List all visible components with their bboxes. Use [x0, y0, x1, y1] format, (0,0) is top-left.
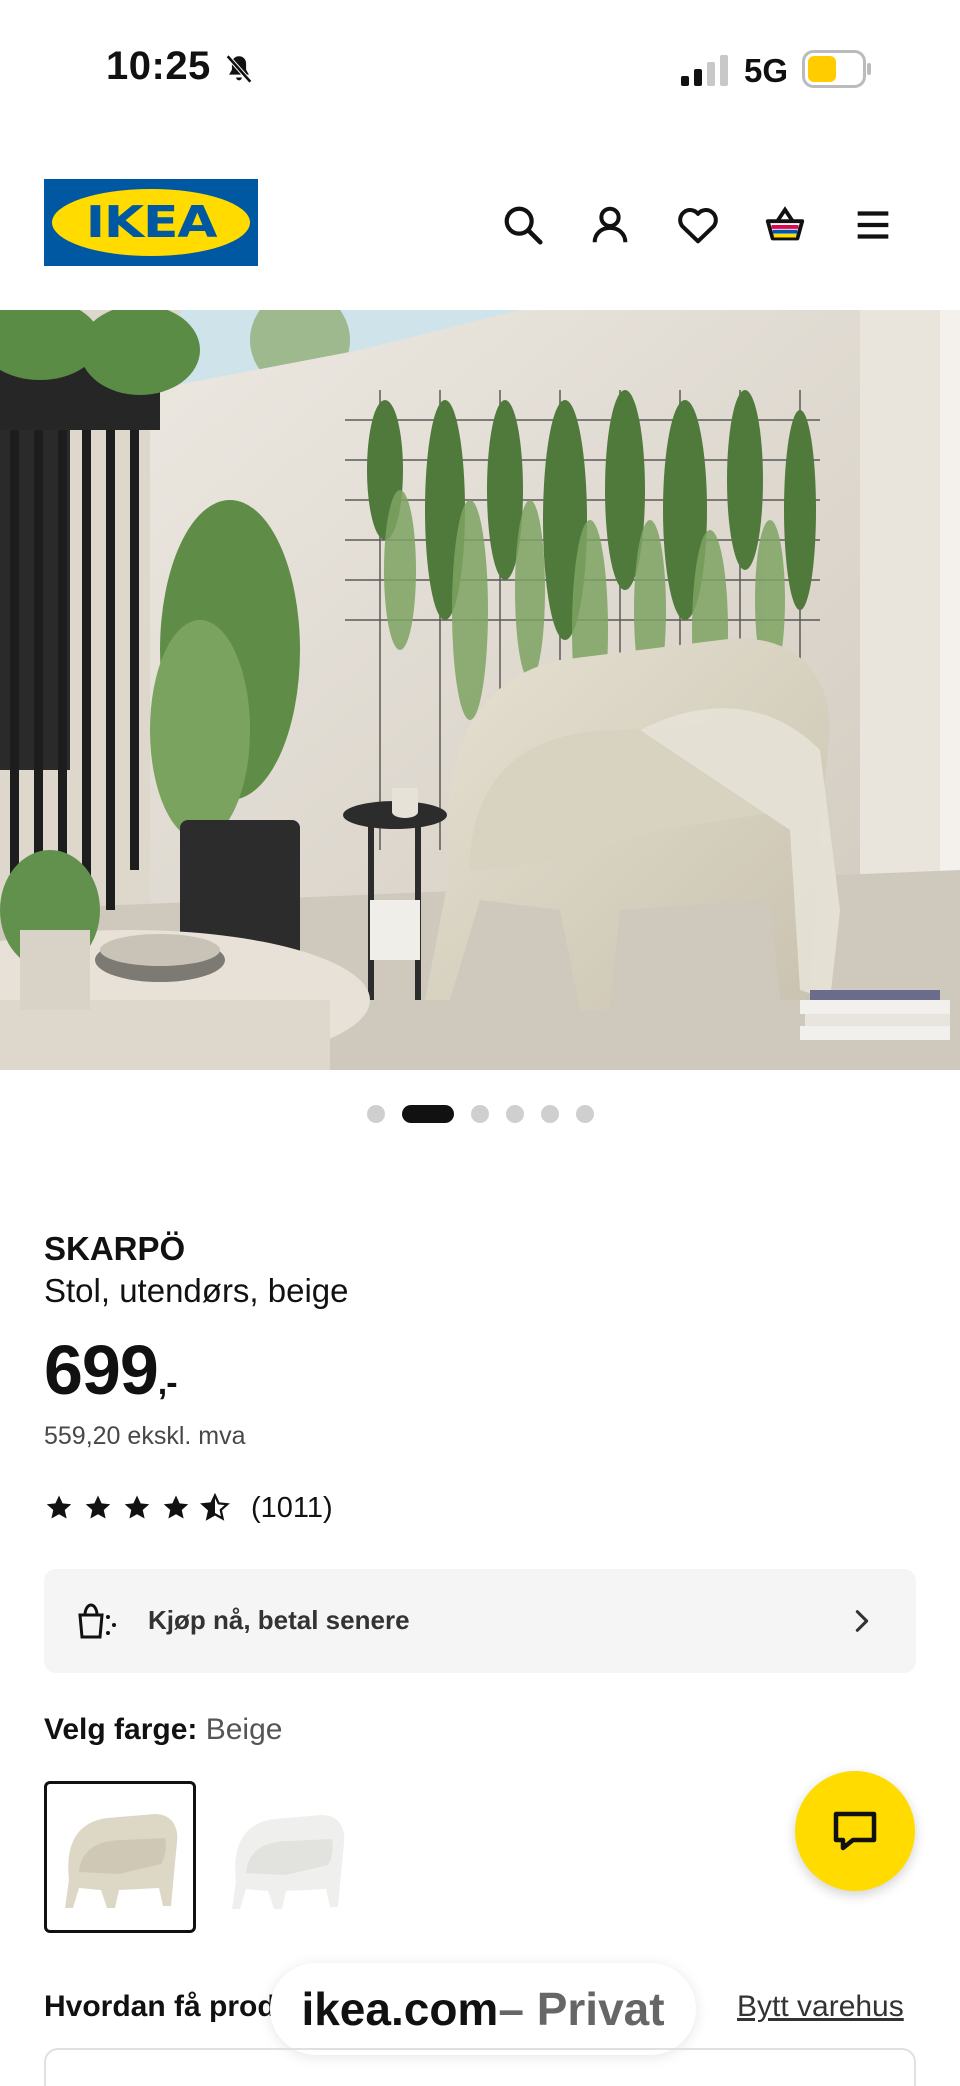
product-rating[interactable]: (1011)	[44, 1490, 333, 1526]
product-name: SKARPÖ	[44, 1230, 186, 1267]
selected-color: Beige	[205, 1713, 283, 1746]
status-time: 10:25	[106, 44, 211, 88]
browser-url-bar[interactable]: ikea.com – Privat	[270, 1963, 696, 2055]
star-icon	[124, 1495, 150, 1519]
star-icon	[85, 1495, 111, 1519]
price-value: 699	[44, 1331, 159, 1409]
change-store-link[interactable]: Bytt varehus	[737, 1990, 904, 2024]
product-description: Stol, utendørs, beige	[44, 1272, 349, 1309]
gallery-dot[interactable]	[366, 1105, 385, 1123]
gallery-dot-active[interactable]	[401, 1105, 454, 1123]
chevron-right-icon	[855, 1610, 869, 1632]
star-icon	[163, 1495, 189, 1519]
delivery-options-box[interactable]	[44, 2048, 916, 2086]
shopping-bag-icon	[78, 1603, 116, 1639]
color-swatch-white[interactable]	[210, 1781, 362, 1933]
price-excl-vat: 559,20 ekskl. mva	[44, 1422, 246, 1450]
status-bar: 10:25 5G	[0, 0, 960, 140]
product-price: 699,-	[44, 1330, 178, 1410]
gallery-dot[interactable]	[505, 1105, 524, 1123]
site-header: IKEA ®	[0, 140, 960, 310]
star-icon	[46, 1495, 72, 1519]
chat-button[interactable]	[795, 1771, 915, 1891]
color-swatch-beige[interactable]	[44, 1781, 196, 1933]
gallery-dot[interactable]	[540, 1105, 559, 1123]
battery-icon	[802, 50, 871, 88]
color-picker-label: Velg farge: Beige	[44, 1713, 282, 1747]
chair-thumbnail-beige	[65, 1814, 178, 1908]
registered-mark: ®	[237, 195, 244, 205]
basket-icon[interactable]	[762, 202, 808, 248]
search-icon[interactable]	[500, 202, 546, 248]
gallery-pagination	[0, 1100, 960, 1128]
ikea-logo[interactable]: IKEA ®	[44, 179, 258, 266]
bell-slash-icon	[225, 54, 253, 84]
color-label-prefix: Velg farge:	[44, 1713, 198, 1746]
gallery-dot[interactable]	[470, 1105, 489, 1123]
chair-thumbnail-white	[232, 1815, 345, 1909]
price-suffix: ,-	[157, 1364, 178, 1402]
bnpl-label: Kjøp nå, betal senere	[148, 1605, 410, 1635]
rating-count: (1011)	[251, 1491, 333, 1524]
product-photo	[0, 310, 960, 1070]
half-star-icon	[200, 1493, 230, 1521]
gallery-dot[interactable]	[575, 1105, 594, 1123]
network-label: 5G	[744, 52, 789, 89]
menu-icon[interactable]	[850, 202, 896, 248]
chat-icon	[833, 1811, 877, 1851]
heart-icon[interactable]	[675, 202, 721, 248]
account-icon[interactable]	[587, 202, 633, 248]
url-mode: – Privat	[498, 1983, 665, 2035]
logo-text: IKEA	[85, 197, 218, 248]
url-host: ikea.com	[301, 1983, 499, 2035]
signal-icon	[681, 55, 728, 86]
product-image[interactable]	[0, 310, 960, 1070]
buy-now-pay-later-banner[interactable]: Kjøp nå, betal senere	[44, 1569, 916, 1673]
